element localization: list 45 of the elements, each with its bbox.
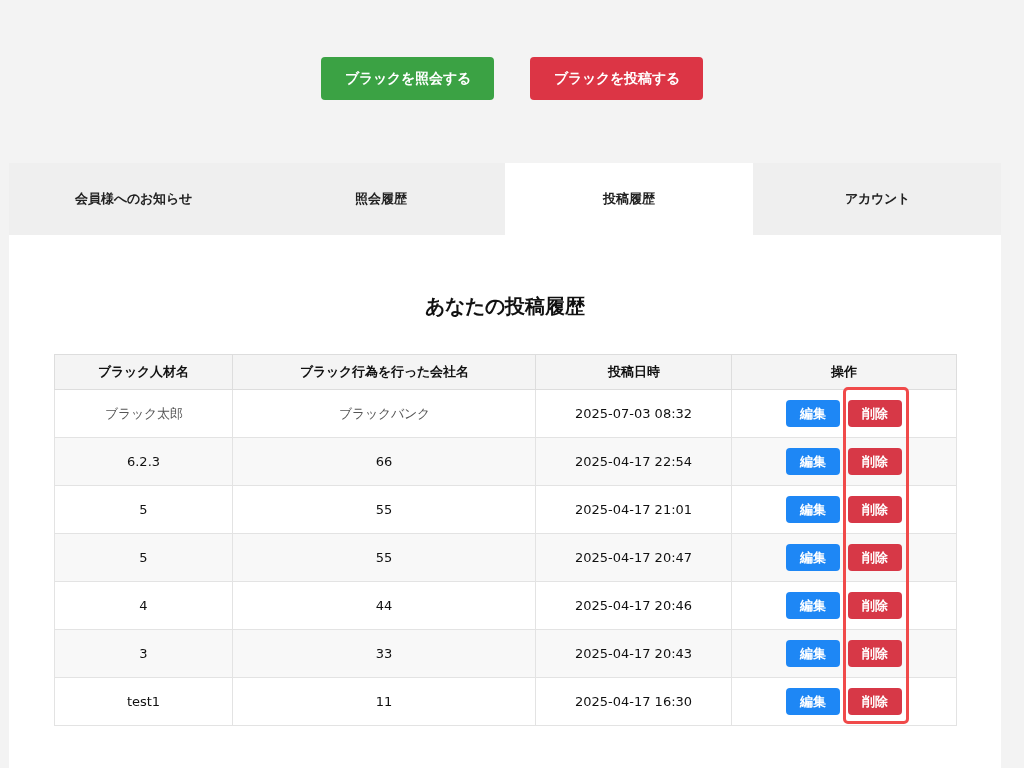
edit-button[interactable]: 編集: [786, 448, 840, 475]
name-header: ブラック人材名: [54, 354, 233, 390]
table-cell: ブラックバンク: [232, 389, 536, 438]
table-cell: 2025-04-17 22:54: [535, 437, 732, 486]
delete-button[interactable]: 削除: [848, 640, 902, 667]
table-cell: 55: [232, 533, 536, 582]
table-cell: ブラック太郎: [54, 389, 233, 438]
post-button[interactable]: ブラックを投稿する: [530, 57, 703, 100]
actions-header: 操作: [731, 354, 957, 390]
edit-button[interactable]: 編集: [786, 688, 840, 715]
table-cell: 11: [232, 677, 536, 726]
table-cell: 44: [232, 581, 536, 630]
table-cell: 3: [54, 629, 233, 678]
table-cell: 2025-04-17 20:43: [535, 629, 732, 678]
table-cell: 4: [54, 581, 233, 630]
table-cell: 5: [54, 485, 233, 534]
table-cell: 55: [232, 485, 536, 534]
search-button[interactable]: ブラックを照会する: [321, 57, 494, 100]
date-header: 投稿日時: [535, 354, 732, 390]
table-cell: 5: [54, 533, 233, 582]
tab[interactable]: 照会履歴: [257, 163, 505, 235]
delete-button[interactable]: 削除: [848, 544, 902, 571]
page-heading: あなたの投稿履歴: [424, 293, 586, 320]
company-header: ブラック行為を行った会社名: [232, 354, 536, 390]
delete-button[interactable]: 削除: [848, 496, 902, 523]
table-cell: 2025-07-03 08:32: [535, 389, 732, 438]
tab[interactable]: アカウント: [753, 163, 1001, 235]
edit-button[interactable]: 編集: [786, 592, 840, 619]
edit-button[interactable]: 編集: [786, 640, 840, 667]
delete-button[interactable]: 削除: [848, 688, 902, 715]
table-cell: 2025-04-17 20:47: [535, 533, 732, 582]
edit-button[interactable]: 編集: [786, 496, 840, 523]
table-cell: 33: [232, 629, 536, 678]
delete-button[interactable]: 削除: [848, 448, 902, 475]
table-cell: 6.2.3: [54, 437, 233, 486]
table-cell: 2025-04-17 16:30: [535, 677, 732, 726]
edit-button[interactable]: 編集: [786, 400, 840, 427]
table-cell: 66: [232, 437, 536, 486]
delete-button[interactable]: 削除: [848, 400, 902, 427]
table-cell: 2025-04-17 20:46: [535, 581, 732, 630]
table-cell: test1: [54, 677, 233, 726]
delete-button[interactable]: 削除: [848, 592, 902, 619]
edit-button[interactable]: 編集: [786, 544, 840, 571]
table-cell: 2025-04-17 21:01: [535, 485, 732, 534]
tab[interactable]: 会員様へのお知らせ: [9, 163, 257, 235]
